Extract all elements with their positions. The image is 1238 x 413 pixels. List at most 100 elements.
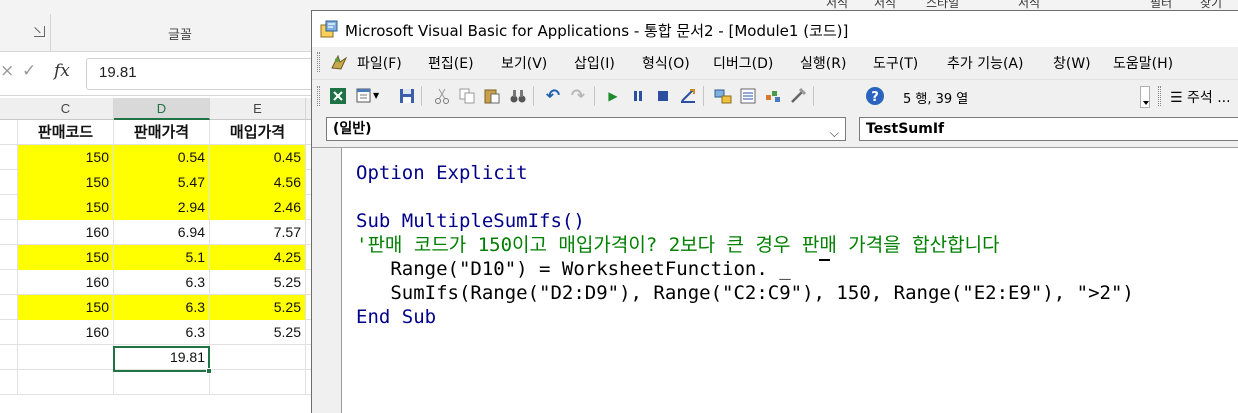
cell-sales-code[interactable]: 150	[18, 245, 114, 270]
cell-purchase-price[interactable]: 5.25	[210, 295, 306, 320]
cell-sale-price[interactable]: 5.1	[114, 245, 210, 270]
cell[interactable]	[18, 370, 114, 395]
cell-sales-code[interactable]: 160	[18, 320, 114, 345]
fill-handle[interactable]	[206, 368, 212, 374]
header-sale-price[interactable]: 판매가격	[114, 120, 210, 145]
cell[interactable]	[210, 370, 306, 395]
table-row: 160 6.94 7.57	[0, 220, 312, 245]
cell[interactable]	[0, 145, 18, 170]
cut-icon[interactable]	[432, 86, 452, 106]
cell-sale-price[interactable]: 5.47	[114, 170, 210, 195]
find-icon[interactable]	[508, 86, 528, 106]
cell-sales-code[interactable]: 150	[18, 170, 114, 195]
header-sales-code[interactable]: 판매코드	[18, 120, 114, 145]
cell-purchase-price[interactable]: 7.57	[210, 220, 306, 245]
undo-icon[interactable]: ↶	[543, 86, 563, 106]
cell[interactable]	[0, 345, 18, 370]
toolbar-overflow-button[interactable]	[1140, 86, 1150, 108]
cell-sales-code[interactable]: 150	[18, 195, 114, 220]
cell-sale-price[interactable]: 6.3	[114, 320, 210, 345]
cell-sales-code[interactable]: 150	[18, 295, 114, 320]
menu-run[interactable]: 실행(R)	[800, 53, 846, 73]
excel-icon[interactable]	[328, 86, 348, 106]
cell[interactable]	[0, 245, 18, 270]
menu-edit[interactable]: 편집(E)	[428, 53, 474, 73]
run-icon[interactable]: ▶	[603, 86, 623, 106]
break-icon[interactable]	[628, 86, 648, 106]
column-header-e[interactable]: E	[210, 98, 306, 120]
insert-function-icon[interactable]: fx	[54, 61, 70, 81]
table-row: 150 6.3 5.25	[0, 295, 312, 320]
cell-sales-code[interactable]: 160	[18, 270, 114, 295]
vba-editor-window: Microsoft Visual Basic for Applications …	[311, 10, 1238, 413]
menu-insert[interactable]: 삽입(I)	[574, 53, 615, 73]
toolbar-separator	[421, 86, 422, 106]
properties-icon[interactable]	[738, 86, 758, 106]
cell-purchase-price[interactable]: 2.46	[210, 195, 306, 220]
header-purchase-price[interactable]: 매입가격	[210, 120, 306, 145]
cell-purchase-price[interactable]: 4.56	[210, 170, 306, 195]
reset-icon[interactable]	[653, 86, 673, 106]
toolbar-grip[interactable]	[1158, 86, 1161, 106]
dialog-launcher-icon[interactable]	[34, 26, 45, 37]
menu-window[interactable]: 창(W)	[1053, 53, 1091, 73]
cell-sales-code[interactable]: 150	[18, 145, 114, 170]
menu-help[interactable]: 도움말(H)	[1113, 53, 1173, 73]
menu-debug[interactable]: 디버그(D)	[713, 53, 773, 73]
enter-icon[interactable]: ✓	[22, 61, 36, 81]
toolbox-icon[interactable]	[788, 86, 808, 106]
design-mode-icon[interactable]	[678, 86, 698, 106]
cell-sales-code[interactable]: 160	[18, 220, 114, 245]
toolbar-grip[interactable]	[317, 86, 320, 106]
cell[interactable]	[0, 220, 18, 245]
menu-file[interactable]: 파일(F)	[357, 53, 402, 73]
cell-purchase-price[interactable]: 0.45	[210, 145, 306, 170]
cell[interactable]	[0, 370, 18, 395]
menu-grip[interactable]	[317, 52, 320, 72]
screen: 서식 ˅ 서식 ˅ 스타일 ˅ 서식 ˅ 필터 ˅ 찾기 ˅ 글꼴 × ✓ fx…	[0, 0, 1238, 413]
save-icon[interactable]	[397, 86, 417, 106]
cell[interactable]	[0, 270, 18, 295]
cell-sale-price[interactable]: 6.94	[114, 220, 210, 245]
comment-label: 주석 ...	[1187, 90, 1231, 106]
project-explorer-icon[interactable]	[713, 86, 733, 106]
menu-addins[interactable]: 추가 기능(A)	[947, 53, 1023, 73]
redo-icon[interactable]: ↷	[568, 86, 588, 106]
title-bar[interactable]: Microsoft Visual Basic for Applications …	[312, 11, 1238, 47]
cell-purchase-price[interactable]: 4.25	[210, 245, 306, 270]
chevron-down-icon[interactable]: ⌵	[830, 122, 839, 140]
chevron-down-icon[interactable]: ▼	[373, 91, 379, 100]
cancel-icon[interactable]: ×	[0, 61, 14, 81]
cell-sale-price[interactable]: 6.3	[114, 270, 210, 295]
cell[interactable]	[0, 170, 18, 195]
column-header-d[interactable]: D	[114, 98, 210, 120]
cell-purchase-price[interactable]: 5.25	[210, 270, 306, 295]
code-margin[interactable]	[312, 148, 342, 413]
procedure-combo[interactable]: TestSumIf	[859, 117, 1238, 141]
table-row: 150 5.47 4.56	[0, 170, 312, 195]
module-window-icon[interactable]	[329, 52, 349, 72]
menu-view[interactable]: 보기(V)	[501, 53, 547, 73]
cell-sale-price[interactable]: 6.3	[114, 295, 210, 320]
cell[interactable]	[114, 370, 210, 395]
cell-sale-price[interactable]: 0.54	[114, 145, 210, 170]
cell[interactable]	[0, 295, 18, 320]
cell[interactable]	[210, 345, 306, 370]
cell[interactable]	[0, 195, 18, 220]
code-window[interactable]: Option Explicit Sub MultipleSumIfs() '판매…	[312, 147, 1238, 413]
cell-sale-price[interactable]: 2.94	[114, 195, 210, 220]
paste-icon[interactable]	[482, 86, 502, 106]
column-header-c[interactable]: C	[18, 98, 114, 120]
insert-module-icon[interactable]	[354, 86, 374, 106]
object-browser-icon[interactable]	[763, 86, 783, 106]
menu-format[interactable]: 형식(O)	[642, 53, 690, 73]
cell[interactable]	[18, 345, 114, 370]
cell-purchase-price[interactable]: 5.25	[210, 320, 306, 345]
help-icon[interactable]: ?	[865, 86, 885, 106]
object-combo[interactable]: (일반) ⌵	[326, 117, 846, 141]
menu-tools[interactable]: 도구(T)	[873, 53, 918, 73]
copy-icon[interactable]	[457, 86, 477, 106]
cell[interactable]	[0, 320, 18, 345]
comment-block-button[interactable]: ☰ 주석 ...	[1170, 87, 1231, 107]
cell[interactable]	[0, 120, 18, 145]
